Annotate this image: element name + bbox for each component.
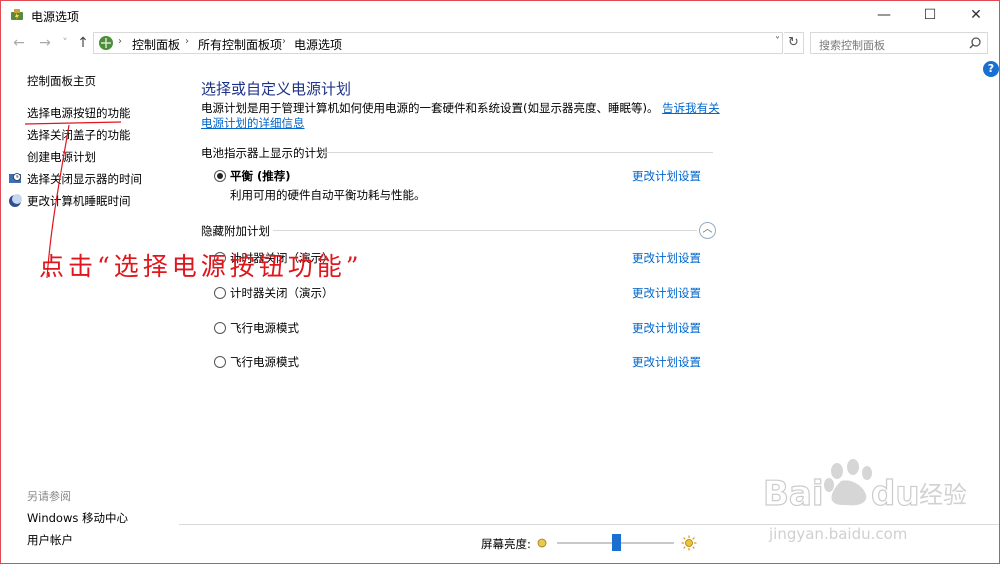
close-button[interactable]: ✕ — [953, 1, 999, 29]
svg-text:经验: 经验 — [919, 481, 967, 509]
window-title: 电源选项 — [31, 10, 80, 24]
brightness-label: 屏幕亮度: — [481, 537, 531, 551]
search-placeholder: 搜索控制面板 — [819, 39, 885, 52]
change-plan-settings-link[interactable]: 更改计划设置 — [632, 250, 701, 266]
control-panel-icon — [99, 36, 113, 50]
plan-radio-hidden-3[interactable] — [214, 322, 226, 334]
breadcrumb-control-panel[interactable]: 控制面板 — [132, 36, 180, 53]
description-text: 电源计划是用于管理计算机如何使用电源的一套硬件和系统设置(如显示器亮度、睡眠等)… — [201, 101, 659, 115]
plan-description: 利用可用的硬件自动平衡功耗与性能。 — [230, 188, 426, 202]
watermark-url: jingyan.baidu.com — [768, 525, 907, 543]
sidebar-link-home[interactable]: 控制面板主页 — [27, 73, 96, 89]
plan-radio-hidden-4[interactable] — [214, 356, 226, 368]
up-arrow-icon[interactable]: ↑ — [75, 35, 91, 51]
title-bar: 电源选项 — ☐ ✕ — [1, 1, 999, 29]
baidu-watermark-logo: Bai du 经验 jingyan.baidu.com — [762, 459, 967, 543]
sleep-moon-icon — [9, 194, 22, 207]
plan-name-balanced: 平衡 (推荐) — [230, 169, 291, 183]
svg-text:du: du — [871, 474, 920, 514]
power-options-icon — [11, 9, 23, 20]
svg-text:Bai: Bai — [763, 474, 824, 514]
plan-name-hidden-2: 计时器关闭（演示） — [230, 286, 334, 300]
address-dropdown-icon[interactable]: ˅ — [775, 36, 780, 47]
breadcrumb-separator: › — [118, 36, 122, 47]
plan-radio-balanced[interactable] — [214, 170, 226, 182]
breadcrumb-power-options[interactable]: 电源选项 — [294, 36, 342, 53]
maximize-button[interactable]: ☐ — [907, 1, 953, 29]
page-title: 选择或自定义电源计划 — [201, 80, 352, 98]
plan-name-hidden-4: 飞行电源模式 — [230, 355, 299, 369]
change-plan-settings-link[interactable]: 更改计划设置 — [632, 320, 701, 336]
help-icon[interactable]: ? — [983, 61, 999, 77]
see-also-heading: 另请参阅 — [27, 490, 71, 503]
recent-locations-icon[interactable]: ˅ — [57, 35, 73, 51]
page-description: 电源计划是用于管理计算机如何使用电源的一套硬件和系统设置(如显示器亮度、睡眠等)… — [201, 101, 721, 131]
section-divider — [273, 230, 697, 231]
change-plan-settings-link[interactable]: 更改计划设置 — [632, 285, 701, 301]
address-bar[interactable]: › 控制面板 › 所有控制面板项 › 电源选项 ˅ — [93, 32, 783, 54]
search-box[interactable]: 搜索控制面板 — [810, 32, 988, 54]
collapse-chevron-icon[interactable]: ︿ — [699, 222, 716, 239]
control-panel-window: 电源选项 — ☐ ✕ ← → ˅ ↑ › 控制面板 › 所有控制面板项 › 电源… — [0, 0, 1000, 564]
breadcrumb-separator: › — [185, 36, 189, 47]
brightness-low-icon — [537, 538, 547, 548]
hidden-plans-heading: 隐藏附加计划 — [201, 224, 270, 238]
red-annotation-text: 点击“选择电源按钮功能” — [39, 252, 363, 281]
section-divider — [323, 152, 713, 153]
see-also-mobility-center[interactable]: Windows 移动中心 — [27, 510, 128, 526]
plan-name-hidden-3: 飞行电源模式 — [230, 321, 299, 335]
change-plan-settings-link[interactable]: 更改计划设置 — [632, 354, 701, 370]
navigation-bar: ← → ˅ ↑ › 控制面板 › 所有控制面板项 › 电源选项 ˅ ↻ 搜索控制… — [1, 29, 999, 57]
breadcrumb-separator: › — [282, 36, 286, 47]
change-plan-settings-link[interactable]: 更改计划设置 — [632, 168, 701, 184]
brightness-slider-thumb[interactable] — [611, 534, 621, 551]
back-arrow-icon[interactable]: ← — [11, 35, 27, 51]
display-timer-icon — [9, 173, 21, 183]
brightness-high-icon — [681, 535, 697, 551]
battery-section-heading: 电池指示器上显示的计划 — [201, 146, 328, 160]
search-icon[interactable] — [968, 36, 982, 50]
see-also-user-accounts[interactable]: 用户帐户 — [27, 532, 73, 548]
forward-arrow-icon[interactable]: → — [37, 35, 53, 51]
plan-radio-hidden-2[interactable] — [214, 287, 226, 299]
minimize-button[interactable]: — — [861, 1, 907, 29]
refresh-button[interactable]: ↻ — [784, 32, 804, 54]
breadcrumb-all-items[interactable]: 所有控制面板项 — [198, 36, 282, 53]
